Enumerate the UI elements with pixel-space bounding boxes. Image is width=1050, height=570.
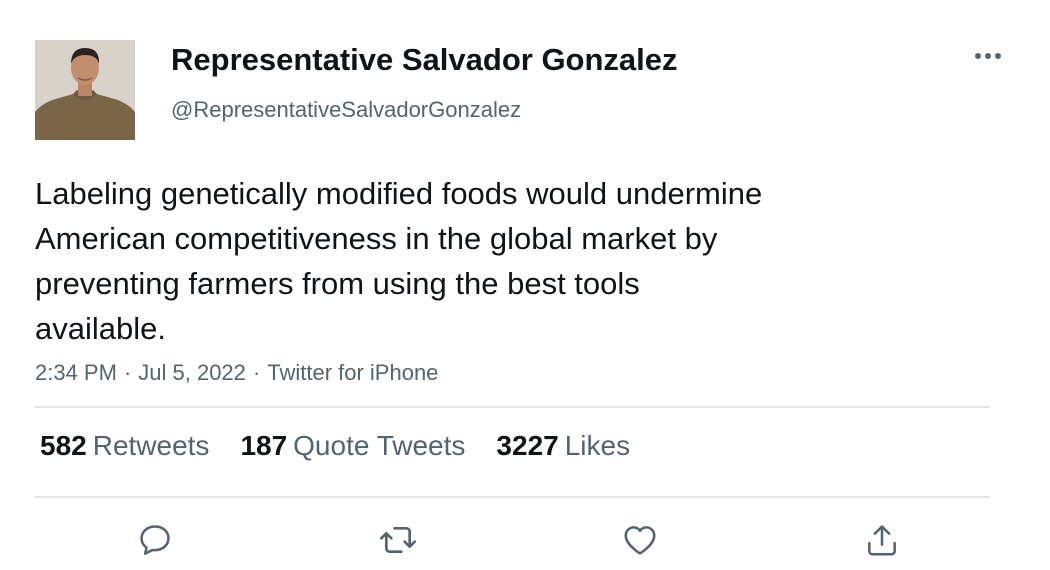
retweets-stat[interactable]: 582 Retweets: [40, 430, 209, 462]
meta-separator: ·: [252, 360, 261, 385]
quote-tweets-stat[interactable]: 187 Quote Tweets: [240, 430, 465, 462]
retweet-icon: [380, 527, 416, 553]
retweet-button[interactable]: [376, 518, 420, 562]
heart-icon: [624, 526, 656, 555]
tweet-metadata: 2:34 PM · Jul 5, 2022 · Twitter for iPhone: [35, 360, 438, 386]
tweet-text-line: American competitiveness in the global m…: [35, 221, 718, 256]
tweet-text-line: Labeling genetically modified foods woul…: [35, 176, 763, 211]
author-handle[interactable]: @RepresentativeSalvadorGonzalez: [171, 97, 521, 123]
tweet-text: Labeling genetically modified foods woul…: [35, 171, 935, 351]
avatar[interactable]: [35, 40, 135, 140]
more-horizontal-icon: [975, 53, 1001, 59]
reply-icon: [140, 525, 170, 555]
likes-stat[interactable]: 3227 Likes: [496, 430, 630, 462]
divider: [35, 496, 990, 498]
share-icon: [868, 525, 896, 556]
tweet-source[interactable]: Twitter for iPhone: [267, 360, 438, 385]
engagement-stats: 582 Retweets 187 Quote Tweets 3227 Likes: [40, 430, 661, 462]
tweet-date[interactable]: Jul 5, 2022: [138, 360, 246, 385]
more-options-button[interactable]: [968, 42, 1008, 70]
divider: [35, 406, 990, 408]
tweet-time[interactable]: 2:34 PM: [35, 360, 117, 385]
tweet-text-line: available.: [35, 311, 166, 346]
likes-count: 3227: [496, 430, 559, 461]
likes-label: Likes: [564, 430, 631, 461]
like-button[interactable]: [618, 518, 662, 562]
avatar-photo: [35, 40, 135, 140]
retweets-label: Retweets: [92, 430, 210, 461]
reply-button[interactable]: [133, 518, 177, 562]
retweets-count: 582: [40, 430, 87, 461]
quote-tweets-count: 187: [240, 430, 288, 461]
author-display-name[interactable]: Representative Salvador Gonzalez: [171, 42, 678, 78]
tweet-text-line: preventing farmers from using the best t…: [35, 266, 640, 301]
share-button[interactable]: [860, 518, 904, 562]
meta-separator: ·: [123, 360, 132, 385]
quote-tweets-label: Quote Tweets: [293, 430, 466, 461]
